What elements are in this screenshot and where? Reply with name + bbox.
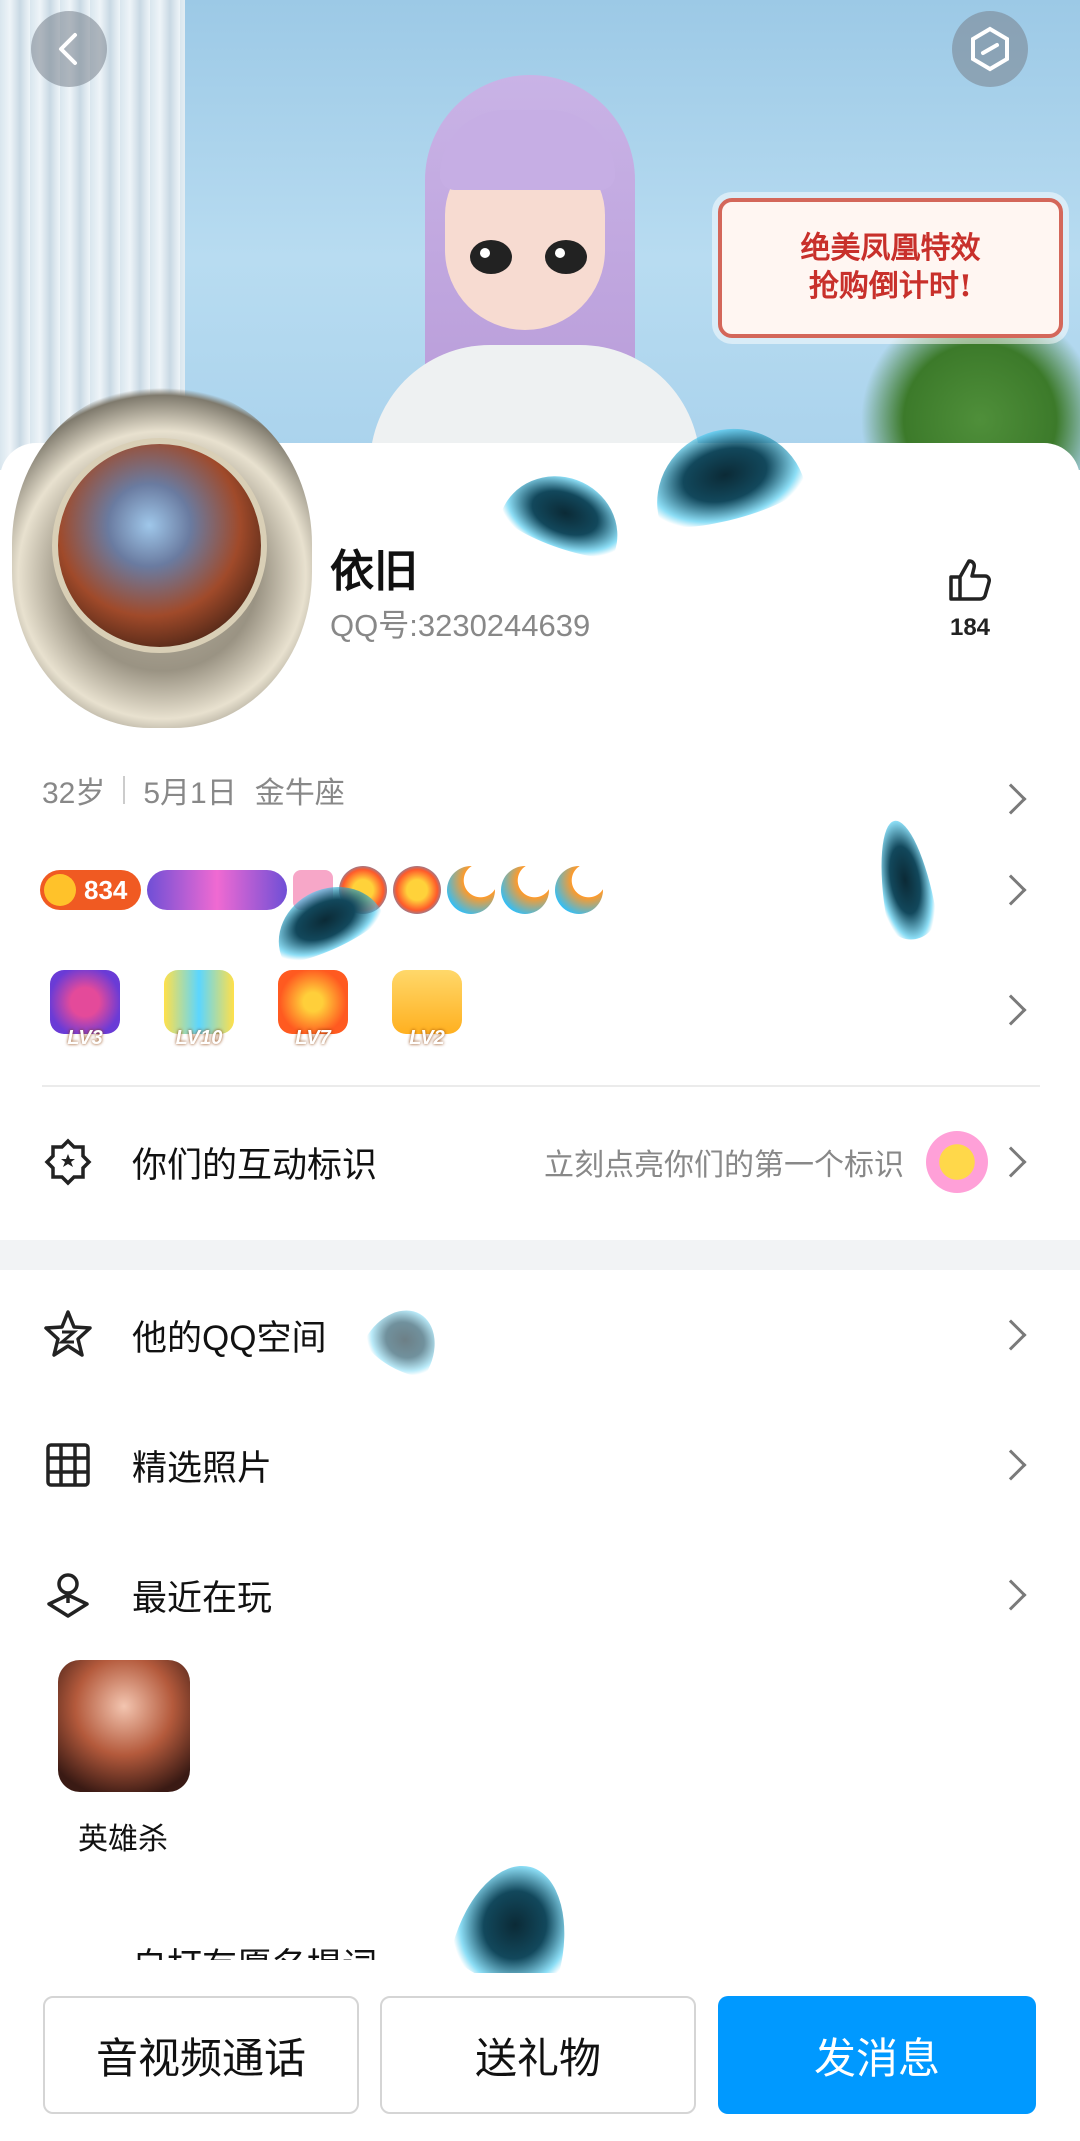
- level-badge: LV7: [268, 970, 358, 1050]
- interaction-hint: 立刻点亮你们的第一个标识: [544, 1149, 904, 1182]
- badge-row-2[interactable]: LV3 LV10 LV7 LV2: [40, 970, 472, 1050]
- menu-row-qq-space[interactable]: 他的QQ空间: [0, 1275, 1080, 1395]
- promo-line-2: 抢购倒计时!: [808, 269, 973, 304]
- promo-banner[interactable]: 绝美凤凰特效 抢购倒计时!: [718, 198, 1063, 338]
- thumbs-up-icon: [949, 559, 991, 601]
- menu-row-recently-played[interactable]: 最近在玩: [0, 1535, 1080, 1655]
- section-divider: [42, 1085, 1040, 1087]
- badge-star-icon: [40, 1134, 96, 1190]
- chevron-right-icon: [995, 1319, 1027, 1351]
- qq-number: QQ号:3230244639: [330, 600, 590, 645]
- video-call-button[interactable]: 音视频通话: [43, 1996, 359, 2114]
- level-badge: LV3: [40, 970, 130, 1050]
- like-count: 184: [949, 614, 991, 641]
- qq-number-value: 3230244639: [417, 608, 591, 643]
- chevron-left-icon: [59, 33, 77, 65]
- zodiac-text: 金牛座: [254, 777, 345, 810]
- profile-avatar[interactable]: [12, 378, 312, 728]
- hexagon-theme-icon: [971, 26, 1009, 72]
- send-message-button[interactable]: 发消息: [718, 1996, 1036, 2114]
- recent-game-item[interactable]: 英雄杀: [58, 1660, 190, 1858]
- level-badge: LV2: [382, 970, 472, 1050]
- menu-label: 他的QQ空间: [132, 1318, 327, 1358]
- theme-button[interactable]: [952, 11, 1028, 87]
- chevron-right-icon: [995, 1449, 1027, 1481]
- grid-icon: [40, 1437, 96, 1493]
- basic-info-row[interactable]: 32岁 5月1日 金牛座: [42, 768, 345, 812]
- coin-value: 834: [84, 874, 128, 905]
- star-space-icon: [40, 1307, 96, 1363]
- interaction-mark-row[interactable]: 你们的互动标识 立刻点亮你们的第一个标识: [0, 1102, 1080, 1222]
- divider: [123, 776, 126, 804]
- game-pin-icon: [40, 1567, 96, 1623]
- chevron-right-icon[interactable]: [995, 1146, 1027, 1178]
- section-gap: [0, 1240, 1080, 1270]
- birthday-text: 5月1日: [143, 777, 237, 810]
- level-badge: LV10: [154, 970, 244, 1050]
- 3d-avatar-image: [330, 70, 700, 470]
- send-gift-button[interactable]: 送礼物: [380, 1996, 696, 2114]
- qq-label: QQ号:: [330, 608, 418, 643]
- flower-emoji-icon: [926, 1131, 988, 1193]
- menu-row-photos[interactable]: 精选照片: [0, 1405, 1080, 1525]
- age-text: 32岁: [42, 777, 106, 810]
- back-button[interactable]: [31, 11, 107, 87]
- interaction-mark-label: 你们的互动标识: [132, 1145, 378, 1185]
- bottom-action-bar: 音视频通话 送礼物 发消息: [0, 1973, 1080, 2141]
- moon-badge-icon: [555, 866, 604, 914]
- moon-badge-icon: [501, 866, 550, 914]
- promo-line-1: 绝美凤凰特效: [800, 231, 981, 266]
- menu-label: 最近在玩: [132, 1578, 273, 1618]
- chevron-right-icon: [995, 1579, 1027, 1611]
- profile-name: 依旧: [330, 547, 418, 596]
- like-button[interactable]: 184: [940, 555, 1000, 642]
- wing-badge: [147, 870, 288, 910]
- moon-badge-icon: [447, 866, 496, 914]
- game-icon: [58, 1660, 190, 1792]
- avatar-image: [52, 438, 267, 653]
- menu-label: 精选照片: [132, 1448, 273, 1488]
- coin-badge: 834: [40, 870, 142, 910]
- partial-row-label: 自打有愿名提词: [132, 1938, 377, 1960]
- game-name: 英雄杀: [78, 1823, 168, 1856]
- coin-icon: [44, 874, 76, 906]
- sun-badge-icon: [393, 866, 442, 914]
